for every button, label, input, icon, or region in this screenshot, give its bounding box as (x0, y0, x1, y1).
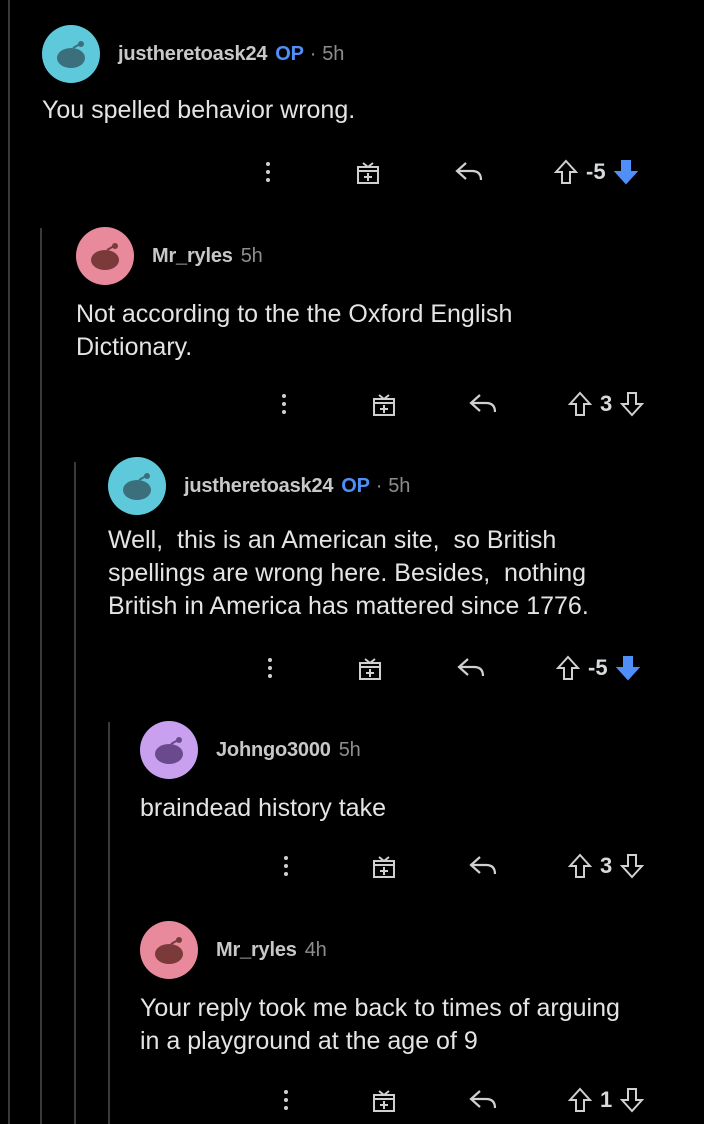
thread-line-depth-3[interactable] (74, 462, 76, 1124)
comment-text: You spelled behavior wrong. (42, 96, 356, 124)
reply-arrow-icon[interactable] (468, 392, 498, 416)
comment-header: Mr_ryles 4h (140, 920, 696, 980)
snoo-avatar-icon (123, 473, 151, 500)
upvote-arrow-icon[interactable] (556, 655, 580, 681)
more-options-icon[interactable] (280, 394, 288, 414)
vote-score: 1 (600, 1087, 613, 1112)
vote-score: 3 (600, 853, 613, 878)
reply-arrow-icon[interactable] (454, 160, 484, 184)
username[interactable]: Johngo3000 (216, 739, 331, 761)
snoo-avatar-icon (155, 937, 183, 964)
downvote-arrow-icon[interactable] (615, 655, 640, 681)
upvote-arrow-icon[interactable] (568, 1087, 592, 1113)
award-gift-icon[interactable] (370, 390, 398, 418)
more-options-icon[interactable] (282, 1090, 290, 1110)
username[interactable]: Mr_ryles (216, 939, 297, 961)
comment-header: Mr_ryles 5h (76, 226, 696, 286)
comment-1: justheretoask24 OP · 5h You spelled behavio… (42, 24, 682, 127)
award-gift-icon[interactable] (354, 158, 382, 186)
timestamp: 4h (304, 938, 327, 961)
separator: · (309, 42, 317, 65)
comment-2: Mr_ryles 5h Not according to the the Oxfo… (76, 226, 696, 364)
comment-4-actions: 3 (282, 846, 645, 886)
more-options-icon[interactable] (264, 162, 272, 182)
timestamp: 5h (338, 738, 361, 761)
thread-line-depth-1[interactable] (8, 0, 10, 1124)
comment-4: Johngo3000 5h braindead history take (140, 720, 696, 825)
comment-5-actions: 1 (282, 1080, 645, 1120)
reply-arrow-icon[interactable] (456, 656, 486, 680)
timestamp: 5h (388, 474, 411, 497)
comment-text: Not according to the the Oxford English … (76, 300, 513, 361)
thread-line-depth-2[interactable] (40, 228, 42, 1124)
downvote-arrow-icon[interactable] (620, 391, 645, 417)
username[interactable]: justheretoask24 (184, 475, 333, 497)
upvote-arrow-icon[interactable] (568, 853, 592, 879)
downvote-arrow-icon[interactable] (620, 853, 645, 879)
comment-2-actions: 3 (280, 384, 645, 424)
vote-score: -5 (588, 655, 608, 680)
avatar[interactable] (76, 227, 134, 285)
avatar[interactable] (108, 457, 166, 515)
downvote-arrow-icon[interactable] (613, 159, 638, 185)
avatar[interactable] (42, 25, 100, 83)
comment-text: Your reply took me back to times of argu… (140, 994, 620, 1055)
vote-score: -5 (586, 159, 606, 184)
award-gift-icon[interactable] (356, 654, 384, 682)
reply-arrow-icon[interactable] (468, 1088, 498, 1112)
username[interactable]: justheretoask24 (118, 43, 267, 65)
timestamp: 5h (240, 244, 263, 267)
snoo-avatar-icon (91, 243, 119, 270)
reply-arrow-icon[interactable] (468, 854, 498, 878)
op-badge: OP (275, 42, 304, 65)
comment-5: Mr_ryles 4h Your reply took me back to ti… (140, 920, 696, 1058)
comment-3: justheretoask24 OP · 5h Well, this is an Am… (108, 456, 698, 623)
avatar[interactable] (140, 921, 198, 979)
avatar[interactable] (140, 721, 198, 779)
comment-header: justheretoask24 OP · 5h (42, 24, 682, 84)
comment-1-actions: -5 (264, 152, 638, 192)
comment-text: braindead history take (140, 794, 386, 822)
snoo-avatar-icon (155, 737, 183, 764)
comment-header: justheretoask24 OP · 5h (108, 456, 698, 516)
comment-text: Well, this is an American site, so Briti… (108, 526, 589, 620)
award-gift-icon[interactable] (370, 1086, 398, 1114)
snoo-avatar-icon (57, 41, 85, 68)
separator: · (375, 474, 383, 497)
thread-line-depth-4[interactable] (108, 722, 110, 1124)
vote-score: 3 (600, 391, 613, 416)
comment-header: Johngo3000 5h (140, 720, 696, 780)
comment-3-actions: -5 (266, 648, 640, 688)
username[interactable]: Mr_ryles (152, 245, 233, 267)
upvote-arrow-icon[interactable] (568, 391, 592, 417)
more-options-icon[interactable] (282, 856, 290, 876)
upvote-arrow-icon[interactable] (554, 159, 578, 185)
op-badge: OP (341, 474, 370, 497)
downvote-arrow-icon[interactable] (620, 1087, 645, 1113)
more-options-icon[interactable] (266, 658, 274, 678)
timestamp: 5h (322, 42, 345, 65)
award-gift-icon[interactable] (370, 852, 398, 880)
